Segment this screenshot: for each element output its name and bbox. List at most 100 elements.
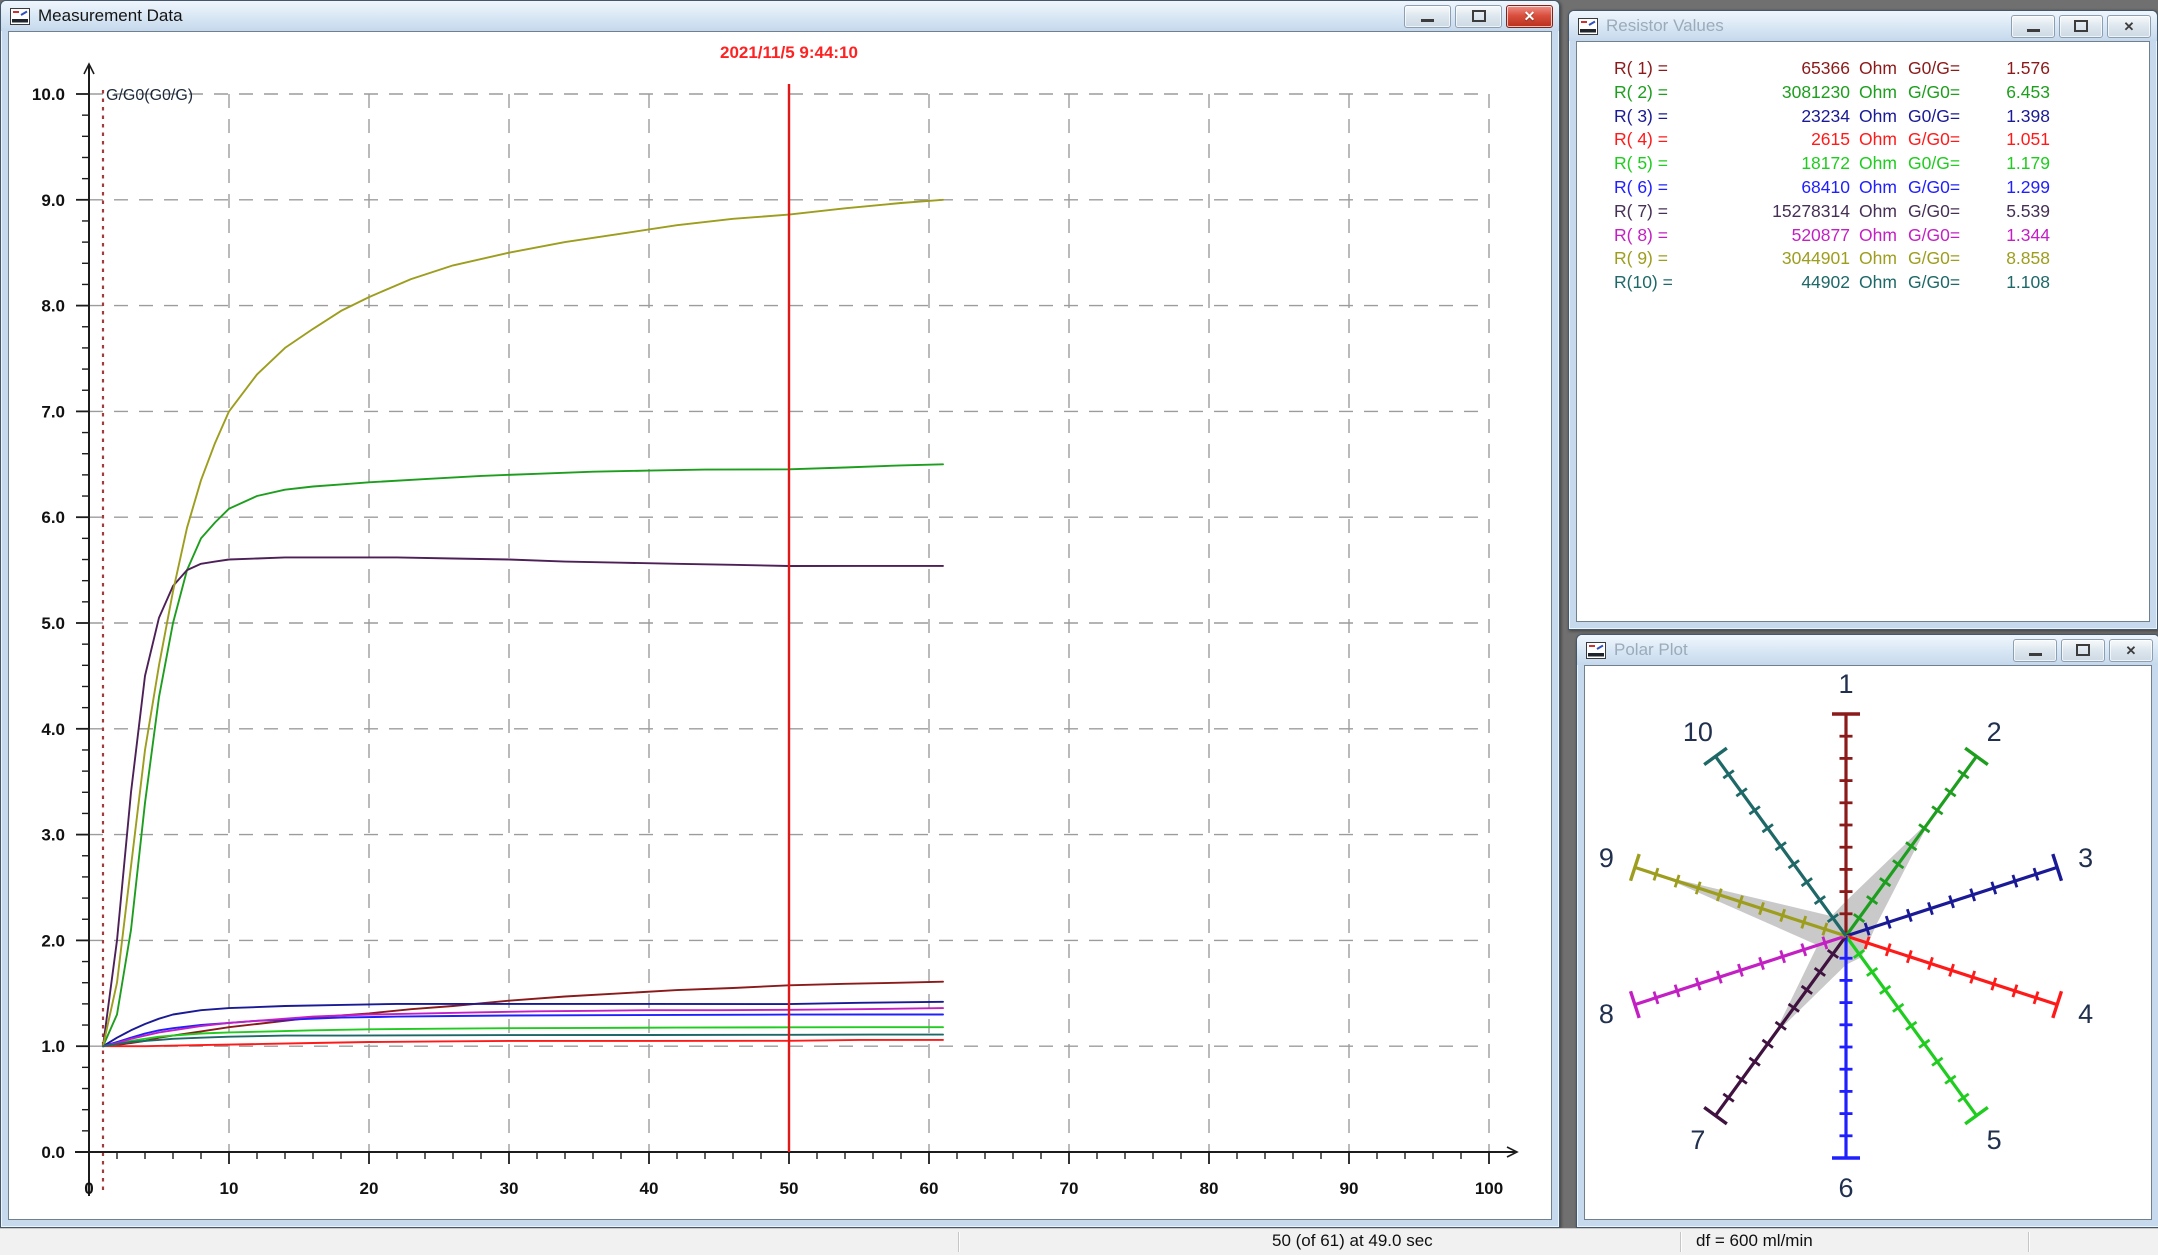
resistor-unit: Ohm bbox=[1850, 128, 1900, 152]
svg-text:30: 30 bbox=[500, 1179, 519, 1198]
svg-text:1: 1 bbox=[1838, 669, 1853, 699]
resistor-unit: Ohm bbox=[1850, 247, 1900, 271]
resistor-ratio: 1.576 bbox=[1974, 57, 2050, 81]
resistor-lab: R(10) = bbox=[1614, 271, 1698, 295]
svg-text:20: 20 bbox=[360, 1179, 379, 1198]
resistor-lab: R( 3) = bbox=[1614, 105, 1698, 129]
resistor-val: 2615 bbox=[1698, 128, 1850, 152]
maximize-button[interactable] bbox=[2061, 639, 2105, 662]
polar-title-bar[interactable]: Polar Plot ✕ bbox=[1577, 635, 2158, 665]
maximize-button[interactable] bbox=[1455, 5, 1502, 28]
resistor-row: R( 6) =68410OhmG/G0=1.299 bbox=[1614, 176, 2149, 200]
status-separator bbox=[1680, 1232, 1681, 1252]
resistor-val: 18172 bbox=[1698, 152, 1850, 176]
resistor-rlabel: G/G0= bbox=[1900, 271, 1974, 295]
resistor-unit: Ohm bbox=[1850, 57, 1900, 81]
resistor-rlabel: G/G0= bbox=[1900, 81, 1974, 105]
svg-text:90: 90 bbox=[1340, 1179, 1359, 1198]
resistor-row: R( 8) =520877OhmG/G0=1.344 bbox=[1614, 224, 2149, 248]
resistor-title-bar[interactable]: Resistor Values ✕ bbox=[1569, 11, 2157, 41]
svg-text:0.0: 0.0 bbox=[41, 1143, 65, 1162]
status-flow-rate: df = 600 ml/min bbox=[1696, 1231, 1813, 1251]
resistor-lab: R( 1) = bbox=[1614, 57, 1698, 81]
resistor-rlabel: G0/G= bbox=[1900, 152, 1974, 176]
svg-text:8: 8 bbox=[1599, 999, 1614, 1029]
svg-text:50: 50 bbox=[780, 1179, 799, 1198]
plotter-app-icon bbox=[1578, 18, 1598, 35]
plotter-app-icon bbox=[10, 8, 30, 25]
minimize-button[interactable] bbox=[2013, 639, 2057, 662]
svg-text:10: 10 bbox=[1683, 717, 1713, 747]
close-button[interactable]: ✕ bbox=[2107, 15, 2151, 38]
resistor-val: 3044901 bbox=[1698, 247, 1850, 271]
minimize-icon bbox=[2027, 29, 2040, 32]
maximize-icon bbox=[2076, 644, 2090, 656]
resistor-val: 65366 bbox=[1698, 57, 1850, 81]
measurement-window-title: Measurement Data bbox=[38, 6, 183, 26]
svg-text:7.0: 7.0 bbox=[41, 402, 65, 421]
minimize-button[interactable] bbox=[1404, 5, 1451, 28]
plotter-app-icon bbox=[1586, 642, 1606, 659]
resistor-ratio: 8.858 bbox=[1974, 247, 2050, 271]
resistor-row: R( 2) =3081230OhmG/G0=6.453 bbox=[1614, 81, 2149, 105]
resistor-row: R( 7) =15278314OhmG/G0=5.539 bbox=[1614, 200, 2149, 224]
close-button[interactable]: ✕ bbox=[2109, 639, 2153, 662]
resistor-row: R(10) =44902OhmG/G0=1.108 bbox=[1614, 271, 2149, 295]
svg-text:100: 100 bbox=[1475, 1179, 1503, 1198]
svg-text:60: 60 bbox=[920, 1179, 939, 1198]
resistor-window-title: Resistor Values bbox=[1606, 16, 1724, 36]
resistor-ratio: 1.344 bbox=[1974, 224, 2050, 248]
resistor-unit: Ohm bbox=[1850, 271, 1900, 295]
resistor-val: 520877 bbox=[1698, 224, 1850, 248]
svg-text:6: 6 bbox=[1838, 1173, 1853, 1203]
svg-text:80: 80 bbox=[1200, 1179, 1219, 1198]
resistor-row: R( 9) =3044901OhmG/G0=8.858 bbox=[1614, 247, 2149, 271]
resistor-unit: Ohm bbox=[1850, 81, 1900, 105]
resistor-unit: Ohm bbox=[1850, 224, 1900, 248]
svg-text:0: 0 bbox=[84, 1179, 93, 1198]
resistor-rlabel: G0/G= bbox=[1900, 105, 1974, 129]
resistor-ratio: 1.299 bbox=[1974, 176, 2050, 200]
resistor-lab: R( 8) = bbox=[1614, 224, 1698, 248]
resistor-rlabel: G/G0= bbox=[1900, 224, 1974, 248]
polar-plot-window: Polar Plot ✕ 12345678910 bbox=[1576, 634, 2158, 1228]
maximize-icon bbox=[1472, 10, 1486, 22]
resistor-ratio: 1.179 bbox=[1974, 152, 2050, 176]
svg-text:70: 70 bbox=[1060, 1179, 1079, 1198]
resistor-row: R( 3) =23234OhmG0/G=1.398 bbox=[1614, 105, 2149, 129]
svg-text:2: 2 bbox=[1987, 717, 2002, 747]
resistor-lab: R( 2) = bbox=[1614, 81, 1698, 105]
status-bar: 50 (of 61) at 49.0 sec df = 600 ml/min bbox=[0, 1228, 2158, 1255]
resistor-rlabel: G0/G= bbox=[1900, 57, 1974, 81]
maximize-button[interactable] bbox=[2059, 15, 2103, 38]
resistor-lab: R( 4) = bbox=[1614, 128, 1698, 152]
polar-chart-area: 12345678910 bbox=[1584, 665, 2152, 1220]
resistor-unit: Ohm bbox=[1850, 200, 1900, 224]
resistor-ratio: 1.398 bbox=[1974, 105, 2050, 129]
resistor-row: R( 1) =65366OhmG0/G=1.576 bbox=[1614, 57, 2149, 81]
svg-text:7: 7 bbox=[1690, 1125, 1705, 1155]
desktop: { "measurement_window": { "title": "Meas… bbox=[0, 0, 2158, 1254]
status-sample-counter: 50 (of 61) at 49.0 sec bbox=[1272, 1231, 1433, 1251]
svg-text:10: 10 bbox=[220, 1179, 239, 1198]
status-separator bbox=[958, 1232, 959, 1252]
resistor-ratio: 1.108 bbox=[1974, 271, 2050, 295]
minimize-icon bbox=[1421, 19, 1434, 22]
resistor-lab: R( 5) = bbox=[1614, 152, 1698, 176]
svg-text:3.0: 3.0 bbox=[41, 826, 65, 845]
minimize-button[interactable] bbox=[2011, 15, 2055, 38]
measurement-title-bar[interactable]: Measurement Data ✕ bbox=[1, 1, 1559, 31]
resistor-val: 44902 bbox=[1698, 271, 1850, 295]
resistor-val: 68410 bbox=[1698, 176, 1850, 200]
minimize-icon bbox=[2029, 653, 2042, 656]
resistor-ratio: 1.051 bbox=[1974, 128, 2050, 152]
cursor-timestamp: 2021/11/5 9:44:10 bbox=[720, 43, 858, 63]
resistor-list-area: R( 1) =65366OhmG0/G=1.576R( 2) =3081230O… bbox=[1576, 41, 2150, 622]
svg-text:5.0: 5.0 bbox=[41, 614, 65, 633]
resistor-rlabel: G/G0= bbox=[1900, 247, 1974, 271]
polar-window-title: Polar Plot bbox=[1614, 640, 1688, 660]
close-button[interactable]: ✕ bbox=[1506, 5, 1553, 28]
status-separator bbox=[2028, 1232, 2029, 1252]
svg-text:5: 5 bbox=[1987, 1125, 2002, 1155]
resistor-row: R( 5) =18172OhmG0/G=1.179 bbox=[1614, 152, 2149, 176]
